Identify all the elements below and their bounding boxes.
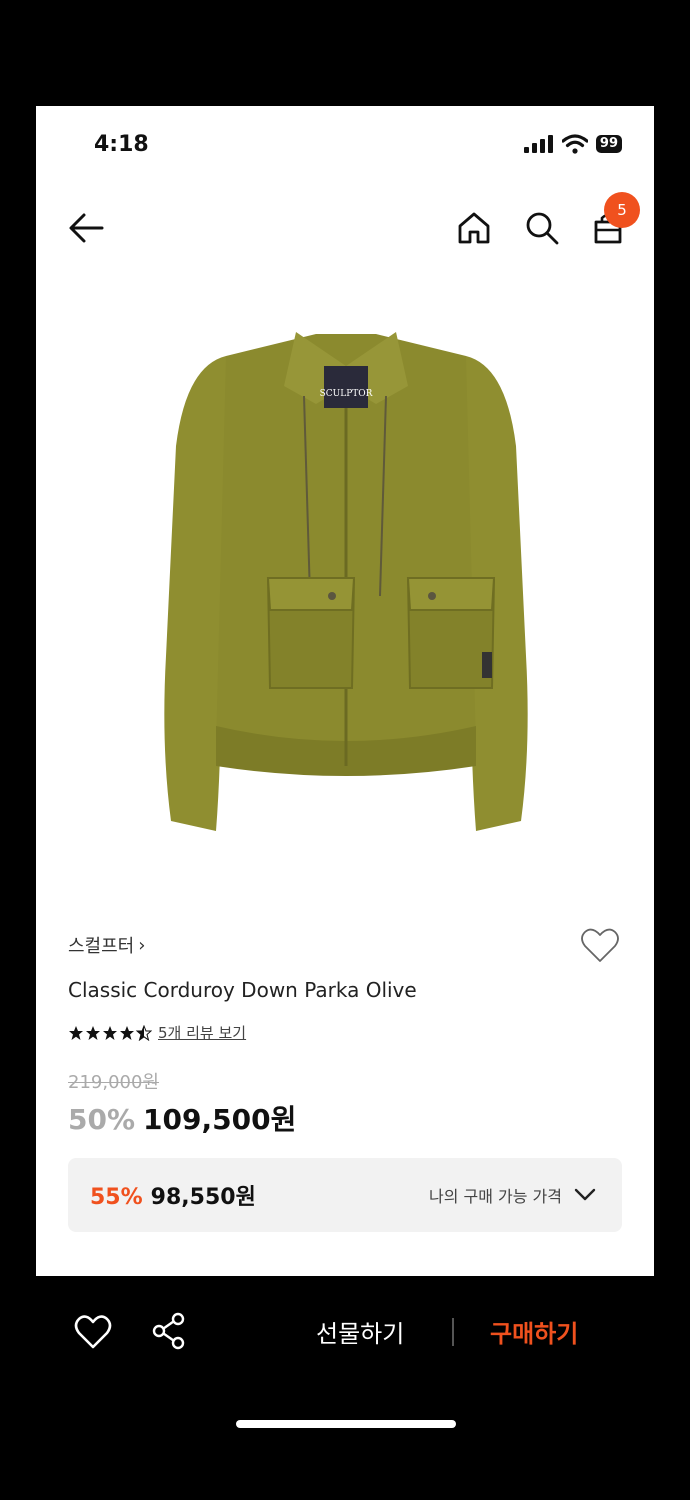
member-price-toggle[interactable]: 나의 구매 가능 가격 <box>429 1183 596 1207</box>
rating-row: 5개 리뷰 보기 <box>68 1022 246 1043</box>
price-row: 50% 109,500원 <box>68 1098 296 1138</box>
status-icons: 99 <box>523 134 622 154</box>
status-time: 4:18 <box>94 132 149 157</box>
star-icon <box>120 1025 134 1040</box>
sale-price: 109,500원 <box>143 1103 297 1136</box>
search-icon[interactable] <box>524 210 560 246</box>
back-arrow-icon[interactable] <box>66 210 106 246</box>
star-icon <box>69 1025 83 1040</box>
battery-icon: 99 <box>595 135 622 153</box>
star-rating <box>68 1024 152 1041</box>
star-icon <box>86 1025 100 1040</box>
heart-outline-icon[interactable] <box>580 926 620 964</box>
brand-name: 스컬프터 <box>68 936 135 957</box>
half-star-icon <box>136 1024 152 1041</box>
app-screen: 4:18 99 5 SCULPTOR 스컬프터 › Classic Cordur… <box>36 106 654 1276</box>
member-price-box[interactable]: 55% 98,550원 나의 구매 가능 가격 <box>68 1158 622 1232</box>
divider <box>452 1318 454 1346</box>
member-price-group: 55% 98,550원 <box>90 1179 256 1211</box>
review-link[interactable]: 5개 리뷰 보기 <box>158 1022 246 1043</box>
gift-button[interactable]: 선물하기 <box>316 1314 404 1349</box>
share-icon[interactable] <box>150 1312 188 1350</box>
member-price-label: 나의 구매 가능 가격 <box>428 1187 562 1206</box>
chevron-right-icon: › <box>138 934 146 956</box>
star-icon <box>103 1025 117 1040</box>
original-price: 219,000원 <box>68 1072 159 1093</box>
jacket-label-text: SCULPTOR <box>320 389 373 399</box>
discount-rate: 50% <box>68 1103 136 1136</box>
member-price: 98,550원 <box>150 1185 256 1210</box>
brand-link[interactable]: 스컬프터 › <box>68 932 145 958</box>
cart-count-badge: 5 <box>604 192 640 228</box>
signal-icon <box>523 135 553 153</box>
buy-button[interactable]: 구매하기 <box>490 1314 578 1349</box>
member-discount-rate: 55% <box>90 1185 143 1210</box>
chevron-down-icon <box>574 1188 596 1201</box>
product-title: Classic Corduroy Down Parka Olive <box>68 978 417 1002</box>
home-indicator[interactable] <box>236 1420 456 1428</box>
heart-outline-icon[interactable] <box>74 1314 112 1350</box>
home-icon[interactable] <box>456 210 492 246</box>
product-image[interactable]: SCULPTOR <box>146 326 546 846</box>
wifi-icon <box>561 134 588 154</box>
